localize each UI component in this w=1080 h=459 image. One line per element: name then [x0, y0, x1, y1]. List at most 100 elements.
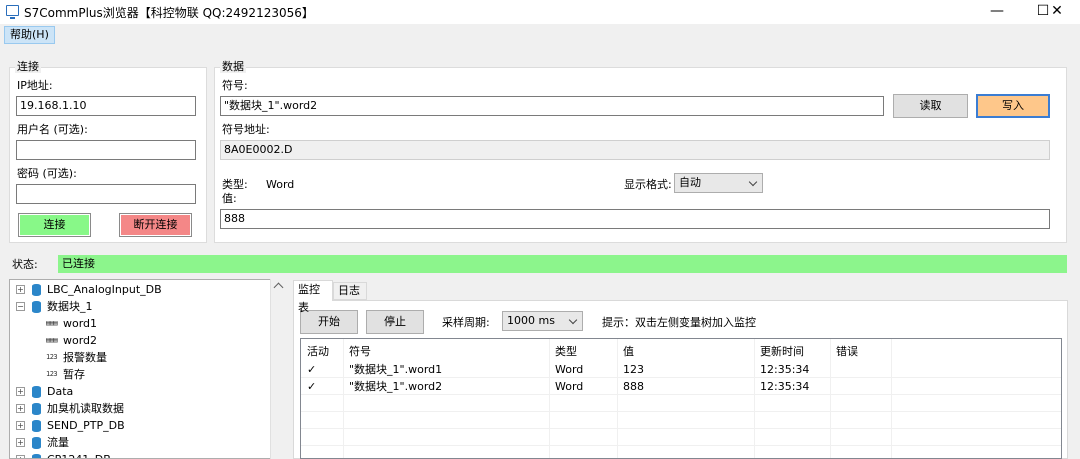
connect-button[interactable]: 连接 [18, 213, 91, 237]
database-icon [32, 301, 41, 313]
period-label: 采样周期: [442, 316, 490, 329]
status-value: 已连接 [58, 255, 1067, 273]
username-label: 用户名 (可选): [17, 123, 88, 136]
format-select[interactable]: 自动 [674, 173, 763, 193]
minimize-button[interactable]: — [974, 0, 1020, 24]
tree-item-label: CP1241_DB [47, 451, 111, 458]
grid-column-line [343, 339, 344, 458]
table-cell: 12:35:34 [760, 380, 810, 393]
table-cell: Word [555, 380, 584, 393]
tree-scrollbar[interactable] [270, 279, 287, 459]
period-select[interactable]: 1000 ms [502, 311, 583, 331]
column-header[interactable]: 活动 [307, 343, 329, 360]
expand-icon[interactable]: + [16, 387, 25, 396]
tree-item[interactable]: + CP1241_DB [10, 451, 270, 458]
disconnect-button[interactable]: 断开连接 [119, 213, 192, 237]
tree-item[interactable]: + LBC_AnalogInput_DB [10, 281, 270, 298]
database-icon [32, 437, 41, 449]
password-input[interactable] [16, 184, 196, 204]
tree-item[interactable]: + 流量 [10, 434, 270, 451]
grid-row-line [301, 428, 1061, 429]
tree-item-label: 报警数量 [63, 351, 107, 364]
password-label: 密码 (可选): [17, 167, 77, 180]
word-icon: ▤▤▤ [46, 319, 58, 327]
tab-strip: 监控表 日志 [293, 280, 1080, 314]
expand-icon[interactable]: + [16, 455, 25, 458]
grid-column-line [891, 339, 892, 458]
grid-column-line [617, 339, 618, 458]
table-cell: 12:35:34 [760, 363, 810, 376]
expand-icon[interactable]: + [16, 438, 25, 447]
tree-item[interactable]: − 数据块_1 [10, 298, 270, 315]
int-icon: 123 [46, 370, 58, 378]
grid-column-line [549, 339, 550, 458]
expand-icon[interactable]: + [16, 285, 25, 294]
column-header[interactable]: 值 [623, 343, 634, 360]
symbol-address-field: 8A0E0002.D [220, 140, 1050, 160]
monitor-table[interactable]: 活动 符号 类型 值 更新时间 错误 ✓ "数据块_1".word1 Word 123 12:35… [300, 338, 1062, 459]
tree-item-label: 数据块_1 [47, 300, 93, 313]
active-check-icon: ✓ [307, 363, 317, 376]
table-cell: "数据块_1".word1 [349, 363, 443, 376]
connection-group-title: 连接 [15, 60, 41, 73]
table-cell: "数据块_1".word2 [349, 380, 443, 393]
database-icon [32, 454, 41, 458]
expand-icon[interactable]: + [16, 404, 25, 413]
value-label: 值: [222, 192, 237, 205]
database-icon [32, 386, 41, 398]
tree-item[interactable]: ▤▤▤ word1 [10, 315, 270, 332]
variable-tree[interactable]: + LBC_AnalogInput_DB − 数据块_1 ▤▤▤ word1 ▤▤▤ word… [9, 279, 287, 459]
grid-column-line [830, 339, 831, 458]
format-label: 显示格式: [624, 178, 672, 191]
table-row[interactable]: ✓ "数据块_1".word2 Word 888 12:35:34 [301, 378, 1061, 395]
grid-row-line [301, 411, 1061, 412]
symbol-label: 符号: [222, 79, 248, 92]
grid-column-line [754, 339, 755, 458]
data-group-title: 数据 [220, 60, 246, 73]
tree-item[interactable]: + 加臭机读取数据 [10, 400, 270, 417]
tree-item[interactable]: + Data [10, 383, 270, 400]
tree-item-label: word1 [63, 317, 98, 330]
tree-item-label: LBC_AnalogInput_DB [47, 283, 162, 296]
symbol-input[interactable]: "数据块_1".word2 [220, 96, 884, 116]
tab-log[interactable]: 日志 [333, 282, 367, 300]
table-row[interactable]: ✓ "数据块_1".word1 Word 123 12:35:34 [301, 361, 1061, 378]
active-check-icon: ✓ [307, 380, 317, 393]
read-button[interactable]: 读取 [893, 94, 968, 118]
column-header[interactable]: 错误 [836, 343, 858, 360]
database-icon [32, 284, 41, 296]
username-input[interactable] [16, 140, 196, 160]
column-header[interactable]: 符号 [349, 343, 371, 360]
write-button[interactable]: 写入 [976, 94, 1050, 118]
chevron-down-icon [568, 315, 578, 325]
tree-item[interactable]: 123 报警数量 [10, 349, 270, 366]
tree-item-label: SEND_PTP_DB [47, 419, 125, 432]
tree-item[interactable]: 123 暂存 [10, 366, 270, 383]
column-header[interactable]: 更新时间 [760, 343, 804, 360]
collapse-icon[interactable]: − [16, 302, 25, 311]
table-cell: Word [555, 363, 584, 376]
scroll-up-icon[interactable] [273, 282, 284, 293]
window-title: S7CommPlus浏览器【科控物联 QQ:2492123056】 [24, 6, 314, 20]
database-icon [32, 420, 41, 432]
tree-item-label: 加臭机读取数据 [47, 402, 124, 415]
menu-help[interactable]: 帮助(H) [4, 26, 55, 44]
table-cell: 123 [623, 363, 644, 376]
value-input[interactable]: 888 [220, 209, 1050, 229]
int-icon: 123 [46, 353, 58, 361]
status-label: 状态: [12, 258, 38, 271]
column-header[interactable]: 类型 [555, 343, 577, 360]
tree-item-label: Data [47, 385, 74, 398]
tree-item-label: 流量 [47, 436, 69, 449]
close-button[interactable]: ✕ [1034, 0, 1080, 24]
tree-item[interactable]: ▤▤▤ word2 [10, 332, 270, 349]
type-label: 类型: [222, 178, 248, 191]
stop-button[interactable]: 停止 [366, 310, 424, 334]
database-icon [32, 403, 41, 415]
ip-input[interactable]: 19.168.1.10 [16, 96, 196, 116]
expand-icon[interactable]: + [16, 421, 25, 430]
grid-row-line [301, 445, 1061, 446]
tab-monitor[interactable]: 监控表 [293, 280, 333, 314]
menu-bar: 帮助(H) [0, 24, 1080, 46]
tree-item[interactable]: + SEND_PTP_DB [10, 417, 270, 434]
